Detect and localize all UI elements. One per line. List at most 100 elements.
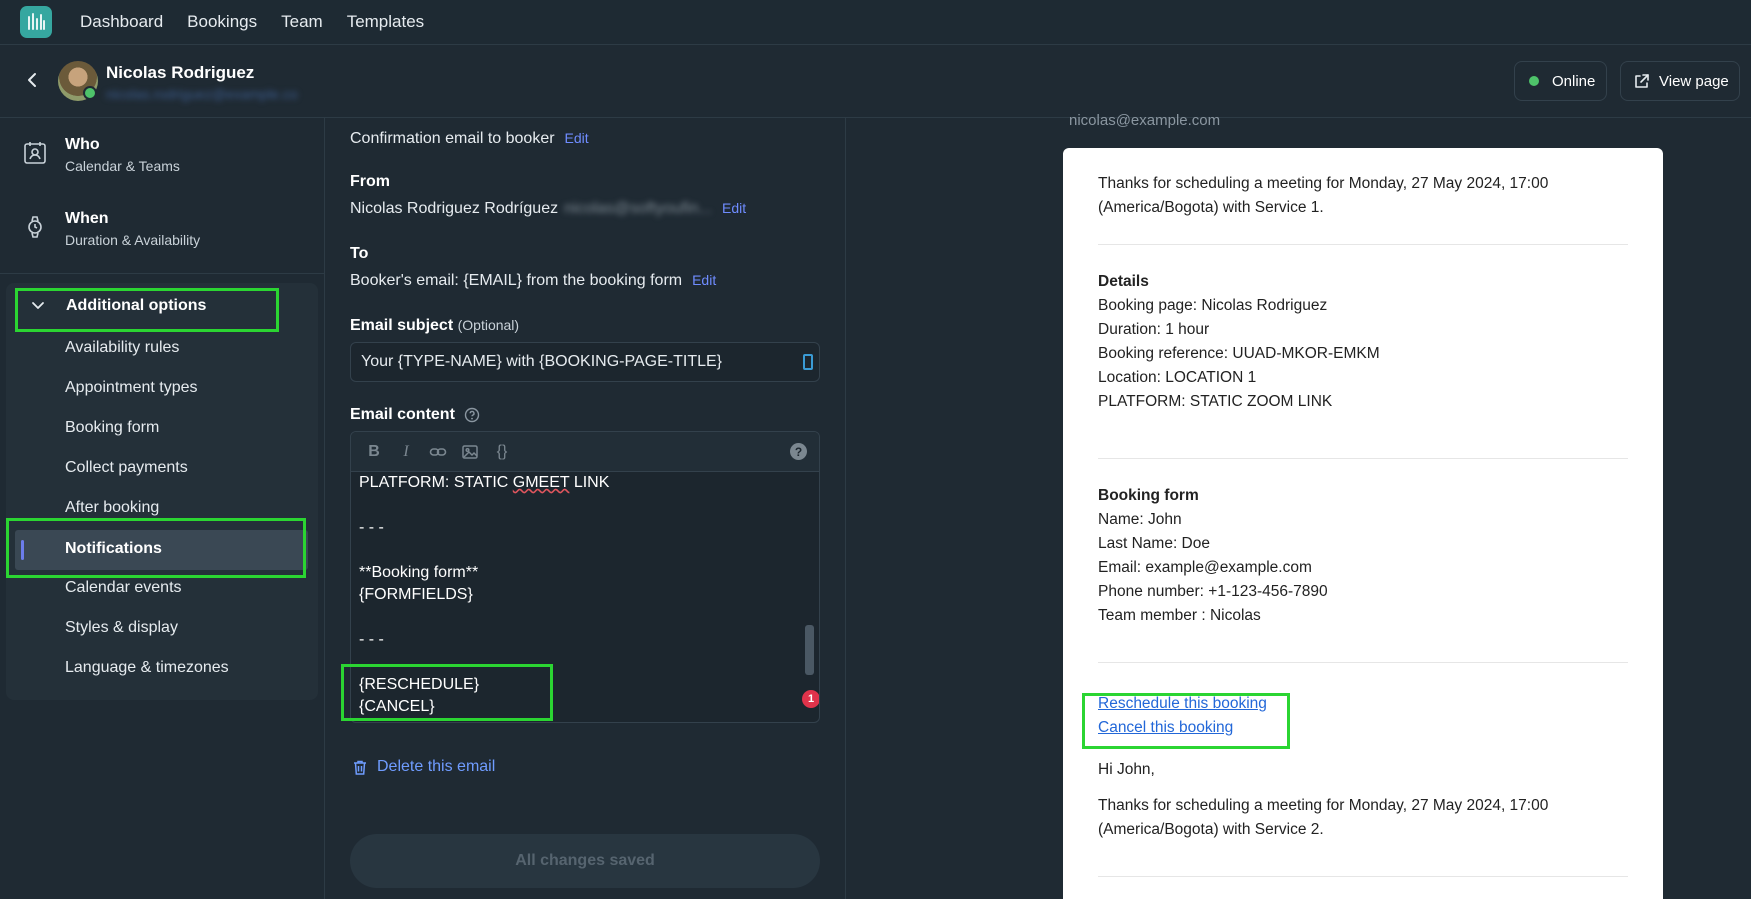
delete-email-button[interactable]: Delete this email	[352, 758, 495, 776]
sidebar-item-collect-payments[interactable]: Collect payments	[65, 459, 188, 477]
preview-links: Reschedule this booking Cancel this book…	[1098, 692, 1628, 740]
preview-divider	[1098, 244, 1628, 245]
active-indicator	[21, 540, 24, 560]
to-value: Booker's email: {EMAIL} from the booking…	[350, 272, 683, 289]
online-status-dot	[83, 86, 97, 100]
delete-email-label: Delete this email	[377, 758, 496, 775]
preview-detail-line: PLATFORM: STATIC ZOOM LINK	[1098, 393, 1333, 410]
editor-line-text: PLATFORM: STATIC GMEET LINK	[359, 474, 610, 491]
variable-picker-icon[interactable]	[803, 354, 813, 370]
editor-line: - - -	[359, 518, 384, 536]
editor-help-icon[interactable]: ?	[790, 443, 807, 460]
italic-icon[interactable]: I	[397, 443, 415, 461]
additional-options-title: Additional options	[66, 297, 207, 314]
nav-bookings[interactable]: Bookings	[187, 12, 257, 32]
cancel-booking-link[interactable]: Cancel this booking	[1098, 716, 1628, 740]
top-navigation: Dashboard Bookings Team Templates	[0, 0, 1751, 45]
preview-intro-second: Thanks for scheduling a meeting for Mond…	[1098, 797, 1549, 838]
preview-detail-line: Booking reference: UUAD-MKOR-EMKM	[1098, 345, 1380, 362]
edit-from-link[interactable]: Edit	[722, 200, 746, 216]
preview-form-field: Phone number: +1-123-456-7890	[1098, 583, 1328, 600]
preview-cut-text: nicolas@example.com	[1069, 112, 1221, 129]
editor-line: PLATFORM: STATIC GMEET LINK	[359, 472, 799, 494]
editor-line: **Booking form**	[359, 563, 479, 581]
sidebar: Who Calendar & Teams When Duration & Ava…	[0, 118, 325, 899]
additional-options-panel: Additional options Availability rules Ap…	[6, 283, 318, 700]
email-preview-panel: nicolas@example.com Thanks for schedulin…	[847, 112, 1751, 899]
who-subtitle: Calendar & Teams	[65, 158, 180, 174]
sidebar-item-after-booking[interactable]: After booking	[65, 499, 159, 517]
calendar-user-icon	[24, 142, 46, 164]
preview-form-field: Team member : Nicolas	[1098, 607, 1261, 624]
email-settings-form: Confirmation email to booker Edit From Ni…	[326, 118, 846, 899]
when-subtitle: Duration & Availability	[65, 232, 201, 248]
from-label: From	[350, 173, 390, 190]
from-value: Nicolas Rodriguez Rodríguez	[350, 200, 559, 217]
preview-divider	[1098, 876, 1628, 877]
email-content-label: Email content	[350, 406, 480, 424]
page-header: Nicolas Rodriguez nicolas.rodriguez@exam…	[0, 46, 1751, 118]
when-title: When	[65, 210, 109, 227]
to-label: To	[350, 245, 369, 262]
sidebar-section-who[interactable]: Who Calendar & Teams	[22, 136, 180, 174]
spellcheck-flag: GMEET	[512, 474, 570, 491]
sidebar-item-availability-rules[interactable]: Availability rules	[65, 339, 179, 357]
edit-to-link[interactable]: Edit	[692, 272, 716, 288]
sidebar-item-notifications-label: Notifications	[65, 540, 162, 557]
sidebar-item-language-timezones[interactable]: Language & timezones	[65, 659, 229, 677]
sidebar-item-calendar-events[interactable]: Calendar events	[65, 579, 182, 597]
code-braces-icon[interactable]: {}	[493, 443, 511, 461]
nav-templates[interactable]: Templates	[347, 12, 424, 32]
editor-line: {RESCHEDULE}	[359, 675, 480, 693]
confirmation-email-row: Confirmation email to booker Edit	[350, 130, 589, 148]
preview-greeting: Hi John,	[1098, 761, 1155, 778]
save-status-button: All changes saved	[350, 834, 820, 888]
reschedule-booking-link[interactable]: Reschedule this booking	[1098, 692, 1628, 716]
nav-dashboard[interactable]: Dashboard	[80, 12, 163, 32]
external-link-icon	[1635, 73, 1649, 88]
editor-scroll-thumb[interactable]	[805, 625, 814, 675]
nav-team[interactable]: Team	[281, 12, 323, 32]
editor-text-area[interactable]: PLATFORM: STATIC GMEET LINK - - - **Book…	[359, 472, 799, 718]
edit-confirmation-link[interactable]: Edit	[565, 130, 589, 146]
from-row: Nicolas Rodriguez Rodríguez nicolas@softy…	[350, 200, 746, 218]
chevron-left-icon[interactable]	[22, 70, 42, 90]
sidebar-item-appointment-types[interactable]: Appointment types	[65, 379, 198, 397]
preview-form-title: Booking form	[1098, 487, 1199, 504]
preview-detail-line: Booking page: Nicolas Rodriguez	[1098, 297, 1328, 314]
preview-detail-line: Location: LOCATION 1	[1098, 369, 1257, 386]
optional-label: (Optional)	[457, 317, 520, 333]
email-subject-value: Your {TYPE-NAME} with {BOOKING-PAGE-TITL…	[361, 353, 723, 370]
email-content-editor[interactable]: B I {} ? PLATFORM: STATIC GMEET LINK - -…	[350, 431, 820, 723]
help-circle-icon[interactable]	[464, 407, 480, 423]
to-row: Booker's email: {EMAIL} from the booking…	[350, 272, 716, 290]
sidebar-item-notifications[interactable]: Notifications	[15, 530, 308, 570]
trash-icon	[354, 760, 366, 775]
view-page-label: View page	[1659, 72, 1729, 90]
email-preview-card: Thanks for scheduling a meeting for Mond…	[1063, 148, 1663, 899]
sidebar-item-booking-form[interactable]: Booking form	[65, 419, 159, 437]
from-email: nicolas@softyoufin...	[564, 200, 712, 217]
editor-line: {FORMFIELDS}	[359, 585, 473, 603]
error-count-badge: 1	[802, 690, 819, 708]
sidebar-section-when[interactable]: When Duration & Availability	[22, 210, 200, 248]
view-page-button[interactable]: View page	[1620, 61, 1740, 101]
preview-form-field: Email: example@example.com	[1098, 559, 1312, 576]
online-status-button[interactable]: Online	[1514, 61, 1607, 101]
bar-chart-logo-icon[interactable]	[20, 6, 52, 38]
sidebar-divider	[0, 273, 325, 274]
editor-line: {CANCEL}	[359, 697, 435, 715]
email-subject-input[interactable]: Your {TYPE-NAME} with {BOOKING-PAGE-TITL…	[350, 342, 820, 382]
additional-options-toggle[interactable]: Additional options	[30, 297, 206, 315]
link-icon[interactable]	[429, 443, 447, 461]
image-icon[interactable]	[461, 443, 479, 461]
preview-form-field: Last Name: Doe	[1098, 535, 1210, 552]
confirmation-email-title: Confirmation email to booker	[350, 130, 555, 147]
online-label: Online	[1552, 72, 1596, 90]
preview-divider	[1098, 662, 1628, 663]
bold-icon[interactable]: B	[365, 443, 383, 461]
sidebar-item-styles-display[interactable]: Styles & display	[65, 619, 178, 637]
preview-intro: Thanks for scheduling a meeting for Mond…	[1098, 175, 1549, 216]
